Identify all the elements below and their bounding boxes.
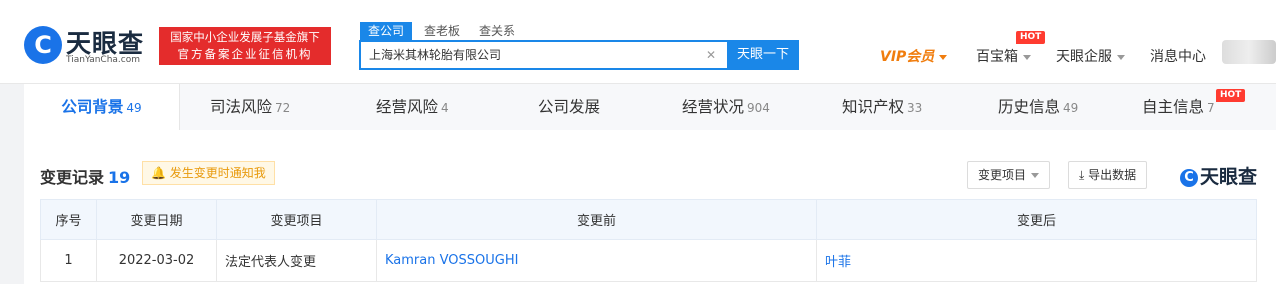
before-link[interactable]: Kamran VOSSOUGHI (385, 253, 518, 268)
tab-label: 历史信息 (998, 98, 1061, 116)
tab-count: 7 (1207, 101, 1215, 115)
search-tab-relation[interactable]: 查关系 (479, 22, 515, 40)
caret-down-icon (939, 54, 948, 60)
nav-treasure[interactable]: 百宝箱 (976, 46, 1031, 66)
badge-line1: 国家中小企业发展子基金旗下 (170, 30, 320, 44)
notify-button[interactable]: 🔔 发生变更时通知我 (142, 161, 275, 185)
search-button[interactable]: 天眼一下 (727, 40, 799, 70)
header-item: 变更项目 (216, 199, 377, 240)
tab-label: 知识产权 (842, 98, 905, 116)
export-data-button[interactable]: ⤓ 导出数据 (1068, 161, 1148, 189)
tab-count: 49 (126, 101, 142, 115)
logo[interactable]: C 天眼查 TianYanCha.com (24, 24, 154, 68)
nav-enterprise[interactable]: 天眼企服 (1056, 46, 1125, 66)
cell-index: 1 (40, 239, 97, 282)
tab-business-status[interactable]: 经营状况 904 (682, 84, 770, 130)
tab-count: 904 (747, 101, 770, 115)
search-clear-icon[interactable]: ✕ (706, 48, 716, 62)
logo-mark-icon: C (24, 26, 62, 64)
section-title: 变更记录 19 (40, 164, 130, 188)
top-bar: C 天眼查 TianYanCha.com 国家中小企业发展子基金旗下 官方备案企… (0, 0, 1276, 84)
tab-intellectual-property[interactable]: 知识产权 33 (842, 84, 922, 130)
tab-label: 经营风险 (376, 98, 439, 116)
enterprise-label: 天眼企服 (1056, 49, 1112, 65)
filter-label: 变更项目 (978, 168, 1027, 182)
cell-date: 2022-03-02 (96, 239, 217, 282)
tab-business-risk[interactable]: 经营风险 4 (376, 84, 449, 130)
tab-label: 自主信息 (1142, 98, 1205, 116)
hot-badge: HOT (1016, 31, 1046, 44)
tab-legal-risk[interactable]: 司法风险 72 (210, 84, 290, 130)
cell-after: 叶菲 (816, 239, 1257, 282)
notify-label: 发生变更时通知我 (169, 166, 266, 180)
caret-down-icon (1117, 54, 1125, 60)
tab-label: 公司背景 (61, 98, 124, 116)
tab-label: 公司发展 (538, 98, 601, 116)
tab-label: 司法风险 (210, 98, 273, 116)
section-title-text: 变更记录 (40, 168, 105, 187)
header-index: 序号 (40, 199, 97, 240)
watermark-logo: C 天眼查 (1180, 162, 1257, 189)
search-input[interactable]: 上海米其林轮胎有限公司 (359, 40, 727, 70)
official-badge: 国家中小企业发展子基金旗下 官方备案企业征信机构 (159, 27, 331, 65)
treasure-label: 百宝箱 (976, 49, 1018, 65)
tab-count: 4 (441, 101, 449, 115)
logo-mark-icon: C (1180, 168, 1198, 187)
tab-company-development[interactable]: 公司发展 (538, 84, 600, 130)
section-count: 19 (108, 168, 131, 187)
logo-url: TianYanCha.com (66, 55, 141, 65)
tab-label: 经营状况 (682, 98, 745, 116)
tab-count: 33 (907, 101, 923, 115)
tab-self-info[interactable]: 自主信息 7 (1142, 84, 1215, 130)
table-header-row: 序号 变更日期 变更项目 变更前 变更后 (40, 199, 1257, 240)
tab-history[interactable]: 历史信息 49 (998, 84, 1078, 130)
caret-down-icon (1023, 54, 1031, 60)
nav-messages[interactable]: 消息中心 (1150, 46, 1206, 66)
content-card: 公司背景 49 司法风险 72 经营风险 4 公司发展 经营状况 904 知识产权 33 … (24, 84, 1276, 284)
cell-before: Kamran VOSSOUGHI (376, 239, 817, 282)
nav-vip[interactable]: VIP会员 (880, 46, 948, 66)
bell-icon: 🔔 (151, 166, 166, 180)
badge-line2: 官方备案企业征信机构 (177, 47, 313, 61)
tab-count: 72 (275, 101, 291, 115)
header-date: 变更日期 (96, 199, 217, 240)
change-record-table: 序号 变更日期 变更项目 变更前 变更后 1 2022-03-02 法定代表人变… (40, 199, 1257, 282)
download-icon: ⤓ (1079, 168, 1085, 182)
search-tab-company[interactable]: 查公司 (360, 22, 413, 40)
category-tabs: 公司背景 49 司法风险 72 经营风险 4 公司发展 经营状况 904 知识产权 33 … (24, 84, 1276, 130)
search-tab-boss[interactable]: 查老板 (424, 22, 460, 40)
avatar[interactable] (1222, 40, 1276, 64)
table-row: 1 2022-03-02 法定代表人变更 Kamran VOSSOUGHI 叶菲 (40, 239, 1257, 282)
hot-badge: HOT (1216, 89, 1246, 102)
caret-down-icon (1031, 173, 1040, 178)
tab-company-background[interactable]: 公司背景 49 (24, 84, 180, 130)
tab-count: 49 (1063, 101, 1079, 115)
watermark-text: 天眼查 (1200, 166, 1258, 188)
export-label: 导出数据 (1088, 168, 1137, 182)
filter-change-item-button[interactable]: 变更项目 (967, 161, 1051, 189)
header-after: 变更后 (816, 199, 1257, 240)
cell-item: 法定代表人变更 (216, 239, 377, 282)
vip-label: VIP会员 (880, 49, 935, 65)
after-link[interactable]: 叶菲 (825, 255, 851, 270)
header-before: 变更前 (376, 199, 817, 240)
